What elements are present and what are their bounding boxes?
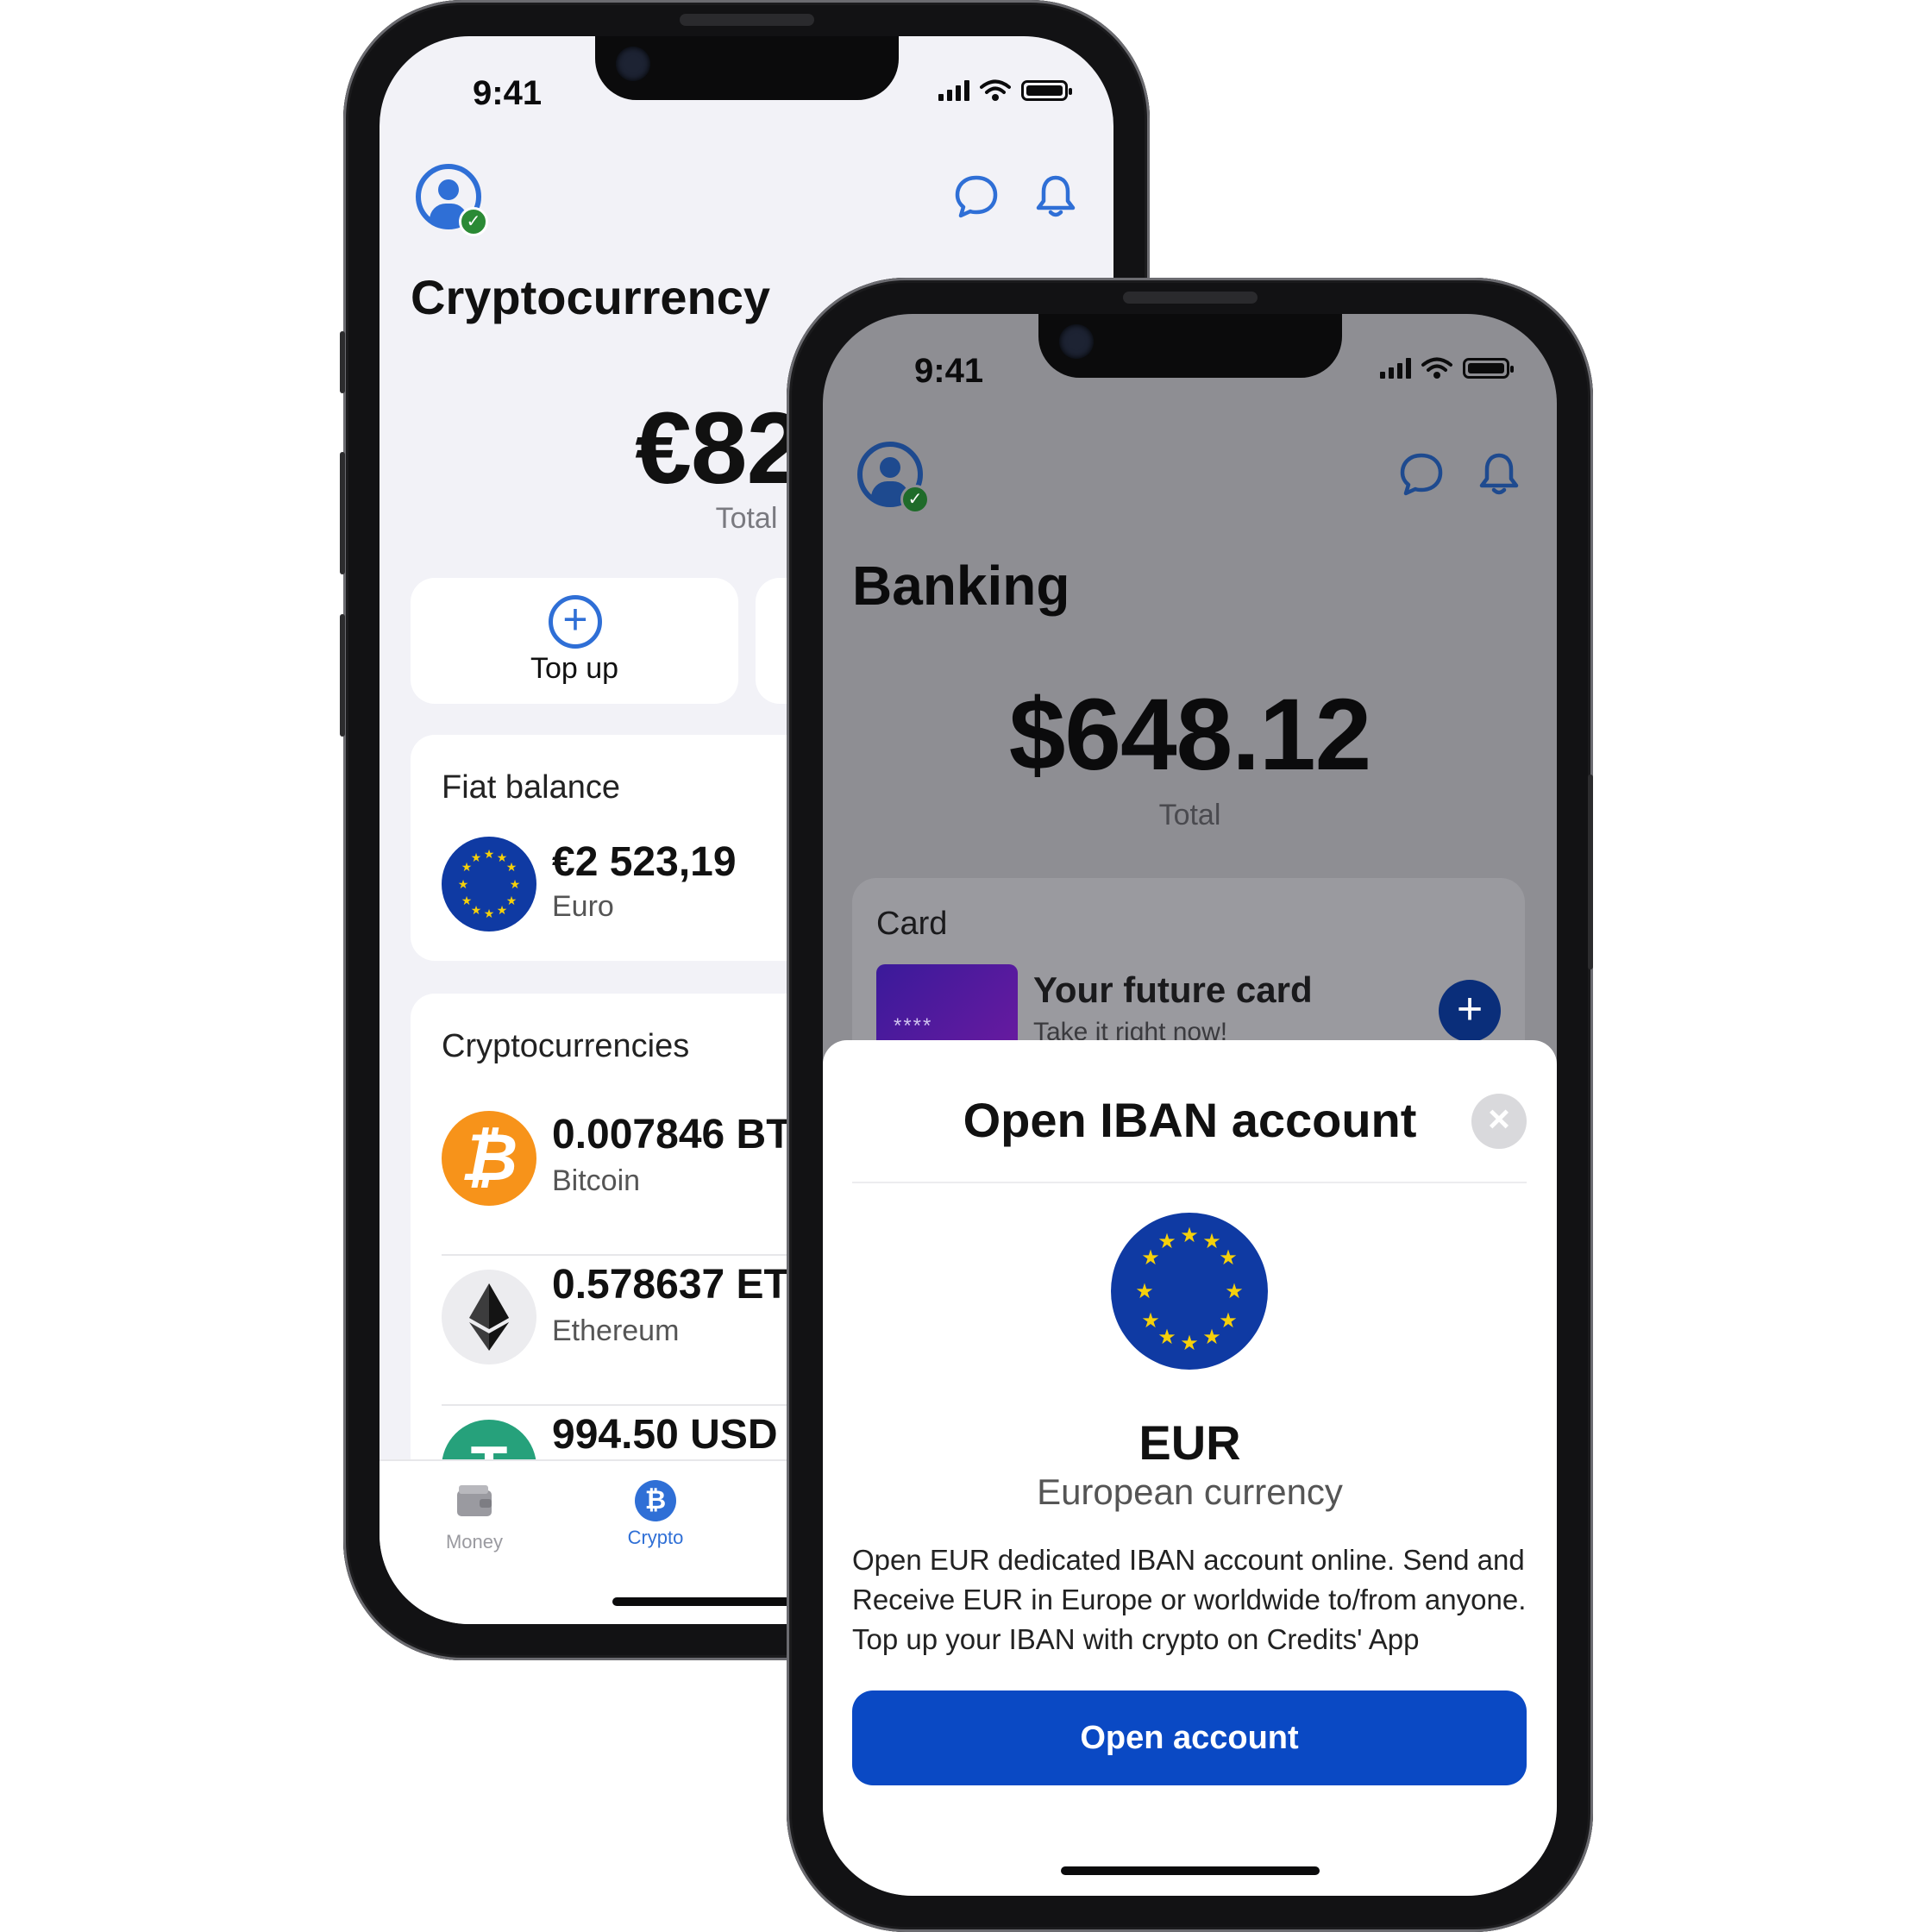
svg-text:★: ★	[1135, 1279, 1154, 1303]
svg-text:★: ★	[1219, 1308, 1238, 1333]
svg-text:★: ★	[1219, 1245, 1238, 1270]
verified-check-icon: ✓	[900, 485, 930, 514]
status-icons	[938, 79, 1072, 102]
ethereum-amount: 0.578637 ET	[552, 1262, 789, 1308]
masked-card-number: ****	[894, 1014, 933, 1038]
svg-text:★: ★	[1180, 1331, 1199, 1355]
wallet-icon	[457, 1485, 492, 1516]
open-account-button[interactable]: Open account	[852, 1690, 1527, 1785]
status-time: 9:41	[914, 352, 984, 390]
battery-icon	[1021, 80, 1072, 101]
mute-switch	[340, 331, 345, 393]
wifi-icon	[1421, 357, 1452, 379]
power-button	[1588, 775, 1593, 969]
svg-text:★: ★	[510, 878, 521, 892]
total-amount: $648.12	[1008, 678, 1372, 792]
eu-flag-icon: ★ ★ ★ ★ ★ ★ ★ ★ ★ ★ ★ ★	[442, 837, 536, 932]
bell-icon[interactable]	[1032, 172, 1080, 221]
total-label: Total	[1158, 799, 1221, 831]
add-card-button[interactable]: +	[1439, 980, 1501, 1042]
svg-text:★: ★	[1157, 1325, 1176, 1349]
speaker-grille	[1123, 292, 1258, 304]
svg-text:★: ★	[471, 851, 482, 865]
user-avatar-icon[interactable]: ✓	[857, 442, 930, 514]
sheet-description: Open EUR dedicated IBAN account online. …	[852, 1544, 1527, 1655]
bitcoin-tab-icon: ₿	[635, 1480, 676, 1521]
sheet-title: Open IBAN account	[963, 1093, 1417, 1147]
currency-code: EUR	[1138, 1415, 1241, 1470]
plus-circle-icon: +	[549, 595, 602, 649]
svg-text:★: ★	[1141, 1308, 1160, 1333]
eu-flag-icon: ★ ★ ★ ★ ★ ★ ★ ★ ★ ★ ★ ★	[1111, 1213, 1268, 1370]
ethereum-icon[interactable]	[442, 1270, 536, 1364]
svg-text:★: ★	[484, 907, 495, 921]
status-time: 9:41	[473, 74, 543, 112]
fiat-balance-title: Fiat balance	[442, 769, 621, 806]
wifi-icon	[980, 79, 1011, 101]
bitcoin-amount: 0.007846 BT	[552, 1112, 792, 1157]
sheet-divider	[852, 1182, 1527, 1183]
tab-money-label: Money	[445, 1531, 504, 1552]
svg-text:★: ★	[497, 904, 508, 918]
card-section-title: Card	[876, 906, 948, 942]
bell-icon[interactable]	[1475, 450, 1523, 499]
tether-amount: 994.50 USD	[552, 1412, 778, 1458]
front-camera	[616, 47, 650, 81]
ethereum-name: Ethereum	[552, 1314, 680, 1347]
banking-screen: 9:41 ✓ Banking $648.12 Total Card **** Y…	[823, 314, 1557, 1896]
status-icons	[1380, 357, 1514, 380]
currency-name: European currency	[1037, 1471, 1343, 1512]
svg-text:★: ★	[458, 878, 469, 892]
svg-text:★: ★	[506, 861, 518, 875]
fiat-amount: €2 523,19	[552, 839, 737, 885]
svg-text:★: ★	[461, 894, 473, 908]
svg-text:★: ★	[471, 904, 482, 918]
top-up-label: Top up	[530, 652, 619, 685]
top-up-button[interactable]: + Top up	[411, 578, 738, 704]
cryptocurrencies-title: Cryptocurrencies	[442, 1028, 690, 1064]
open-iban-sheet: Open IBAN account × ★ ★ ★ ★ ★ ★ ★ ★ ★ ★ ★ ★ EUR Eur…	[823, 1040, 1557, 1896]
close-icon[interactable]: ×	[1471, 1094, 1527, 1149]
phone-banking: 9:41 ✓ Banking $648.12 Total Card **** Y…	[787, 278, 1593, 1932]
svg-text:★: ★	[1157, 1229, 1176, 1253]
volume-down-button	[340, 614, 345, 737]
verified-check-icon: ✓	[459, 207, 488, 236]
page-title: Banking	[852, 555, 1070, 617]
svg-text:★: ★	[1202, 1325, 1221, 1349]
chat-bubble-icon[interactable]	[1397, 450, 1446, 499]
bitcoin-name: Bitcoin	[552, 1164, 641, 1197]
volume-up-button	[340, 452, 345, 574]
svg-text:★: ★	[1225, 1279, 1244, 1303]
notch	[595, 36, 899, 100]
svg-text:★: ★	[1180, 1223, 1199, 1247]
tab-money[interactable]: Money	[405, 1461, 543, 1553]
home-indicator	[1061, 1866, 1320, 1875]
signal-icon	[938, 80, 969, 101]
fiat-currency-name: Euro	[552, 890, 614, 923]
svg-text:★: ★	[484, 848, 495, 862]
tab-crypto[interactable]: ₿ Crypto	[586, 1461, 724, 1549]
user-avatar-icon[interactable]: ✓	[416, 164, 488, 236]
svg-text:★: ★	[506, 894, 518, 908]
battery-icon	[1463, 358, 1514, 379]
front-camera	[1059, 324, 1094, 359]
chat-bubble-icon[interactable]	[952, 172, 1000, 221]
signal-icon	[1380, 358, 1411, 379]
notch	[1038, 314, 1342, 378]
speaker-grille	[680, 14, 814, 26]
tab-crypto-label: Crypto	[627, 1527, 684, 1548]
page-title: Cryptocurrency	[411, 270, 771, 324]
future-card-title: Your future card	[1033, 969, 1313, 1010]
bitcoin-icon[interactable]: ₿	[442, 1111, 536, 1206]
